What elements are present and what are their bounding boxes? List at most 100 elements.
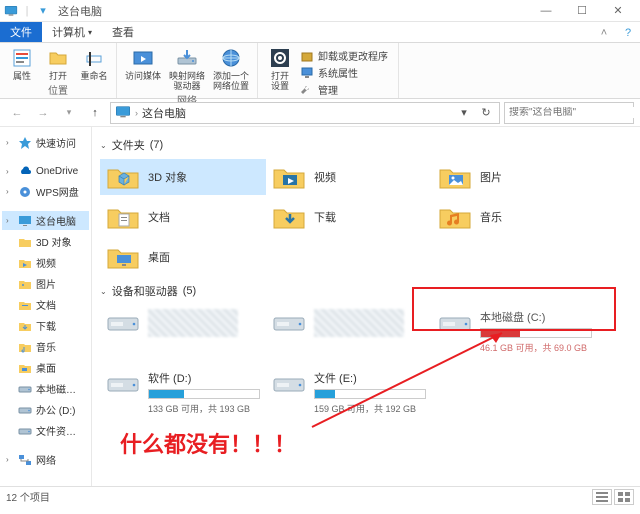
chevron-right-icon[interactable]: › [135, 108, 138, 118]
expand-icon[interactable]: › [6, 167, 14, 176]
sidebar-item-label: 这台电脑 [36, 213, 76, 228]
sidebar-item[interactable]: 办公 (D:) [2, 400, 89, 419]
tab-computer[interactable]: 计算机▾ [42, 22, 102, 42]
item-count: 12 个项目 [6, 489, 50, 504]
pc-icon [18, 214, 32, 228]
open-button[interactable]: 打开 [42, 45, 74, 81]
view-details-button[interactable] [592, 489, 612, 505]
drive-icon [18, 424, 32, 438]
maximize-button[interactable]: ☐ [564, 0, 600, 22]
sidebar-item[interactable]: 文件资料 (E:) [2, 421, 89, 440]
sidebar-item[interactable]: 文档 [2, 295, 89, 314]
rename-button[interactable]: 重命名 [78, 45, 110, 81]
uninstall-button[interactable]: 卸载或更改程序 [300, 48, 388, 63]
sidebar-item[interactable]: ›网络 [2, 450, 89, 469]
expand-icon[interactable]: › [6, 455, 14, 464]
sidebar-item-label: 桌面 [36, 360, 56, 375]
add-location-button[interactable]: 添加一个 网络位置 [211, 45, 251, 91]
properties-button[interactable]: 属性 [6, 45, 38, 81]
drive-name: 本地磁盘 (C:) [480, 309, 592, 325]
sidebar-item[interactable]: 本地磁盘 (C:) [2, 379, 89, 398]
sidebar-item[interactable]: 3D 对象 [2, 232, 89, 251]
expand-icon[interactable]: › [6, 216, 14, 225]
folder-item[interactable]: 文档 [100, 199, 266, 235]
drive-icon [272, 370, 306, 398]
expand-icon[interactable]: › [6, 138, 14, 147]
drive-capacity-bar [480, 328, 592, 338]
close-button[interactable]: ✕ [600, 0, 636, 22]
back-button[interactable]: ← [6, 102, 28, 124]
download-icon [18, 319, 32, 333]
image-icon [18, 277, 32, 291]
expand-icon[interactable]: › [6, 187, 14, 196]
sidebar-item[interactable]: › 快速访问 [2, 133, 89, 152]
manage-button[interactable]: 管理 [300, 82, 388, 97]
tab-view[interactable]: 查看 [102, 22, 144, 42]
ribbon: 属性 打开 重命名 位置 访问媒体 映射网络 驱动器 [0, 43, 640, 99]
help-button[interactable]: ? [616, 22, 640, 44]
sidebar-item[interactable]: › 这台电脑 [2, 211, 89, 230]
folder-icon [438, 203, 472, 231]
folder-item[interactable]: 音乐 [432, 199, 598, 235]
sidebar-item[interactable]: 下载 [2, 316, 89, 335]
section-title: 设备和驱动器 [112, 283, 178, 299]
folder-label: 3D 对象 [148, 169, 187, 185]
folder-item[interactable]: 桌面 [100, 239, 266, 275]
sidebar-item-label: 本地磁盘 (C:) [36, 381, 85, 396]
music-icon [18, 340, 32, 354]
search-input[interactable] [509, 107, 640, 118]
cloud-icon [18, 164, 32, 178]
sidebar-item[interactable]: 图片 [2, 274, 89, 293]
sidebar-item[interactable]: 桌面 [2, 358, 89, 377]
system-properties-button[interactable]: 系统属性 [300, 65, 388, 80]
folder-item[interactable]: 3D 对象 [100, 159, 266, 195]
main-area: ›快速访问›OneDrive›WPS网盘›这台电脑3D 对象视频图片文档下载音乐… [0, 127, 640, 486]
folder-item[interactable]: 下载 [266, 199, 432, 235]
drive-item[interactable] [100, 305, 266, 358]
drive-item[interactable]: 本地磁盘 (C:)46.1 GB 可用，共 69.0 GB [432, 305, 598, 358]
caret-down-icon: ⌄ [100, 287, 107, 296]
drive-item[interactable]: 软件 (D:)133 GB 可用，共 193 GB [100, 366, 266, 419]
ribbon-collapse-button[interactable]: ˄ [592, 22, 616, 44]
sidebar-item-label: 快速访问 [36, 135, 76, 150]
gear-icon [269, 47, 291, 69]
folder-icon [272, 203, 306, 231]
doc-icon [18, 298, 32, 312]
window-title: 这台电脑 [58, 3, 102, 19]
sidebar-item[interactable]: 视频 [2, 253, 89, 272]
sidebar-item[interactable]: ›OneDrive [2, 162, 89, 180]
refresh-button[interactable]: ↻ [477, 104, 495, 122]
drive-item[interactable]: 文件 (E:)159 GB 可用，共 192 GB [266, 366, 432, 419]
search-box[interactable]: 🔍 [504, 102, 634, 124]
chevron-down-icon: ▾ [88, 28, 92, 37]
video-icon [18, 256, 32, 270]
sidebar-item[interactable]: 音乐 [2, 337, 89, 356]
qat-icon[interactable]: ▾ [36, 4, 50, 18]
forward-button[interactable]: → [32, 102, 54, 124]
folder-icon [438, 163, 472, 191]
open-settings-button[interactable]: 打开 设置 [264, 45, 296, 100]
drive-icon [106, 309, 140, 337]
folder-label: 桌面 [148, 249, 170, 265]
tab-file[interactable]: 文件 [0, 22, 42, 42]
sidebar-item-label: 图片 [36, 276, 56, 291]
ribbon-group-network: 访问媒体 映射网络 驱动器 添加一个 网络位置 网络 [117, 43, 258, 98]
folder-item[interactable]: 视频 [266, 159, 432, 195]
map-drive-button[interactable]: 映射网络 驱动器 [167, 45, 207, 91]
breadcrumb-item[interactable]: 这台电脑 [142, 105, 186, 121]
up-button[interactable]: ↑ [84, 102, 106, 124]
folder-item[interactable]: 图片 [432, 159, 598, 195]
path-dropdown-icon[interactable]: ▾ [455, 104, 473, 122]
minimize-button[interactable]: — [528, 0, 564, 22]
access-media-button[interactable]: 访问媒体 [123, 45, 163, 91]
sidebar-item-label: 办公 (D:) [36, 402, 75, 417]
folders-section-header[interactable]: ⌄ 文件夹 (7) [100, 137, 632, 153]
breadcrumb[interactable]: › 这台电脑 ▾ ↻ [110, 102, 500, 124]
status-bar: 12 个项目 [0, 486, 640, 506]
drive-item[interactable] [266, 305, 432, 358]
drive-icon [272, 309, 306, 337]
sidebar-item[interactable]: ›WPS网盘 [2, 182, 89, 201]
view-icons-button[interactable] [614, 489, 634, 505]
history-dropdown[interactable]: ▾ [58, 102, 80, 124]
drives-section-header[interactable]: ⌄ 设备和驱动器 (5) [100, 283, 632, 299]
